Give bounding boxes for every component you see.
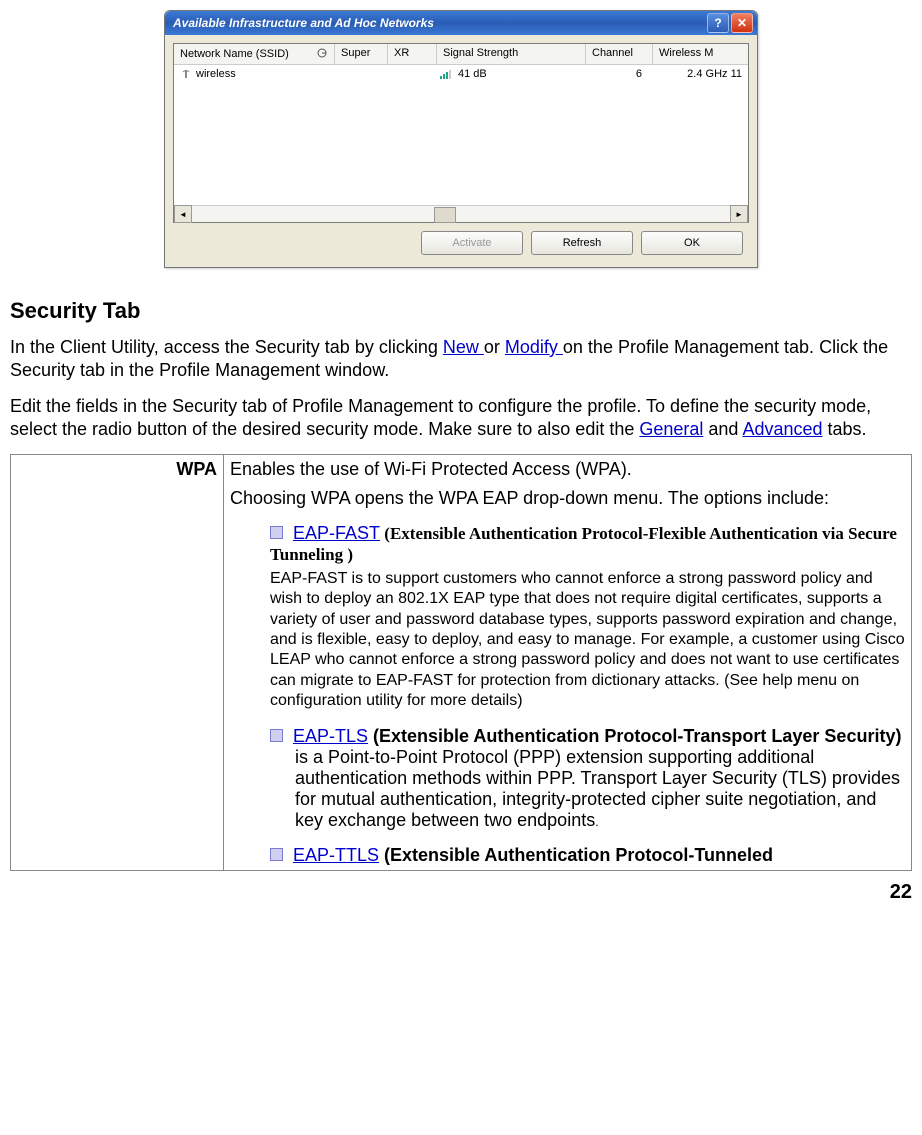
wpa-line1: Enables the use of Wi-Fi Protected Acces…	[230, 459, 905, 480]
dialog-title: Available Infrastructure and Ad Hoc Netw…	[169, 16, 705, 30]
scroll-thumb[interactable]	[434, 207, 456, 223]
button-row: Activate Refresh OK	[173, 223, 749, 259]
list-header: Network Name (SSID) Super XR Signal Stre…	[174, 44, 748, 65]
header-signal[interactable]: Signal Strength	[437, 44, 586, 64]
eap-ttls-bold: (Extensible Authentication Protocol-Tunn…	[379, 845, 773, 865]
help-button[interactable]: ?	[707, 13, 729, 33]
infrastructure-icon	[180, 68, 192, 80]
eap-tls-bold: (Extensible Authentication Protocol-Tran…	[368, 726, 901, 746]
eap-ttls-item: EAP-TTLS (Extensible Authentication Prot…	[270, 845, 905, 866]
cell-xr	[386, 65, 434, 83]
cell-channel: 6	[582, 65, 648, 83]
cell-ssid: wireless	[174, 65, 334, 83]
wpa-line2: Choosing WPA opens the WPA EAP drop-down…	[230, 488, 905, 509]
cell-super	[334, 65, 386, 83]
eap-ttls-link[interactable]: EAP-TTLS	[293, 845, 379, 865]
eap-fast-paragraph: EAP-FAST is to support customers who can…	[270, 569, 905, 712]
networks-dialog: Available Infrastructure and Ad Hoc Netw…	[164, 10, 758, 268]
wpa-description-cell: Enables the use of Wi-Fi Protected Acces…	[224, 454, 912, 870]
header-channel[interactable]: Channel	[586, 44, 653, 64]
activate-button: Activate	[421, 231, 523, 255]
titlebar: Available Infrastructure and Ad Hoc Netw…	[165, 11, 757, 35]
ok-button[interactable]: OK	[641, 231, 743, 255]
wpa-label: WPA	[11, 454, 224, 870]
close-button[interactable]: ✕	[731, 13, 753, 33]
bullet-icon	[270, 526, 283, 539]
signal-bars-icon	[440, 69, 454, 79]
eap-tls-link[interactable]: EAP-TLS	[293, 726, 368, 746]
eap-fast-link[interactable]: EAP-FAST	[293, 523, 380, 543]
network-list: Network Name (SSID) Super XR Signal Stre…	[173, 43, 749, 223]
intro-paragraph-1: In the Client Utility, access the Securi…	[10, 336, 912, 383]
horizontal-scrollbar[interactable]: ◄ ►	[174, 205, 748, 222]
page-number: 22	[10, 881, 912, 904]
new-link[interactable]: New	[443, 337, 484, 357]
list-body: wireless 41 dB 6 2.4 GH	[174, 65, 748, 205]
header-mode[interactable]: Wireless M	[653, 44, 748, 64]
scroll-left-arrow[interactable]: ◄	[174, 205, 192, 223]
bullet-icon	[270, 848, 283, 861]
eap-tls-item: EAP-TLS (Extensible Authentication Proto…	[270, 726, 905, 831]
general-link[interactable]: General	[639, 419, 703, 439]
bullet-icon	[270, 729, 283, 742]
header-ssid[interactable]: Network Name (SSID)	[174, 44, 335, 64]
modify-link[interactable]: Modify	[505, 337, 563, 357]
dialog-body: Network Name (SSID) Super XR Signal Stre…	[165, 35, 757, 267]
scroll-right-arrow[interactable]: ►	[730, 205, 748, 223]
cell-mode: 2.4 GHz 11	[648, 65, 748, 83]
eap-fast-item: EAP-FAST (Extensible Authentication Prot…	[270, 523, 905, 565]
intro-paragraph-2: Edit the fields in the Security tab of P…	[10, 395, 912, 442]
security-table: WPA Enables the use of Wi-Fi Protected A…	[10, 454, 912, 871]
refresh-button[interactable]: Refresh	[531, 231, 633, 255]
header-xr[interactable]: XR	[388, 44, 437, 64]
advanced-link[interactable]: Advanced	[742, 419, 822, 439]
sort-icon	[316, 47, 328, 61]
section-heading: Security Tab	[10, 298, 912, 324]
header-super[interactable]: Super	[335, 44, 388, 64]
list-row[interactable]: wireless 41 dB 6 2.4 GH	[174, 65, 748, 83]
scroll-track[interactable]	[192, 206, 730, 222]
cell-signal: 41 dB	[434, 65, 582, 83]
